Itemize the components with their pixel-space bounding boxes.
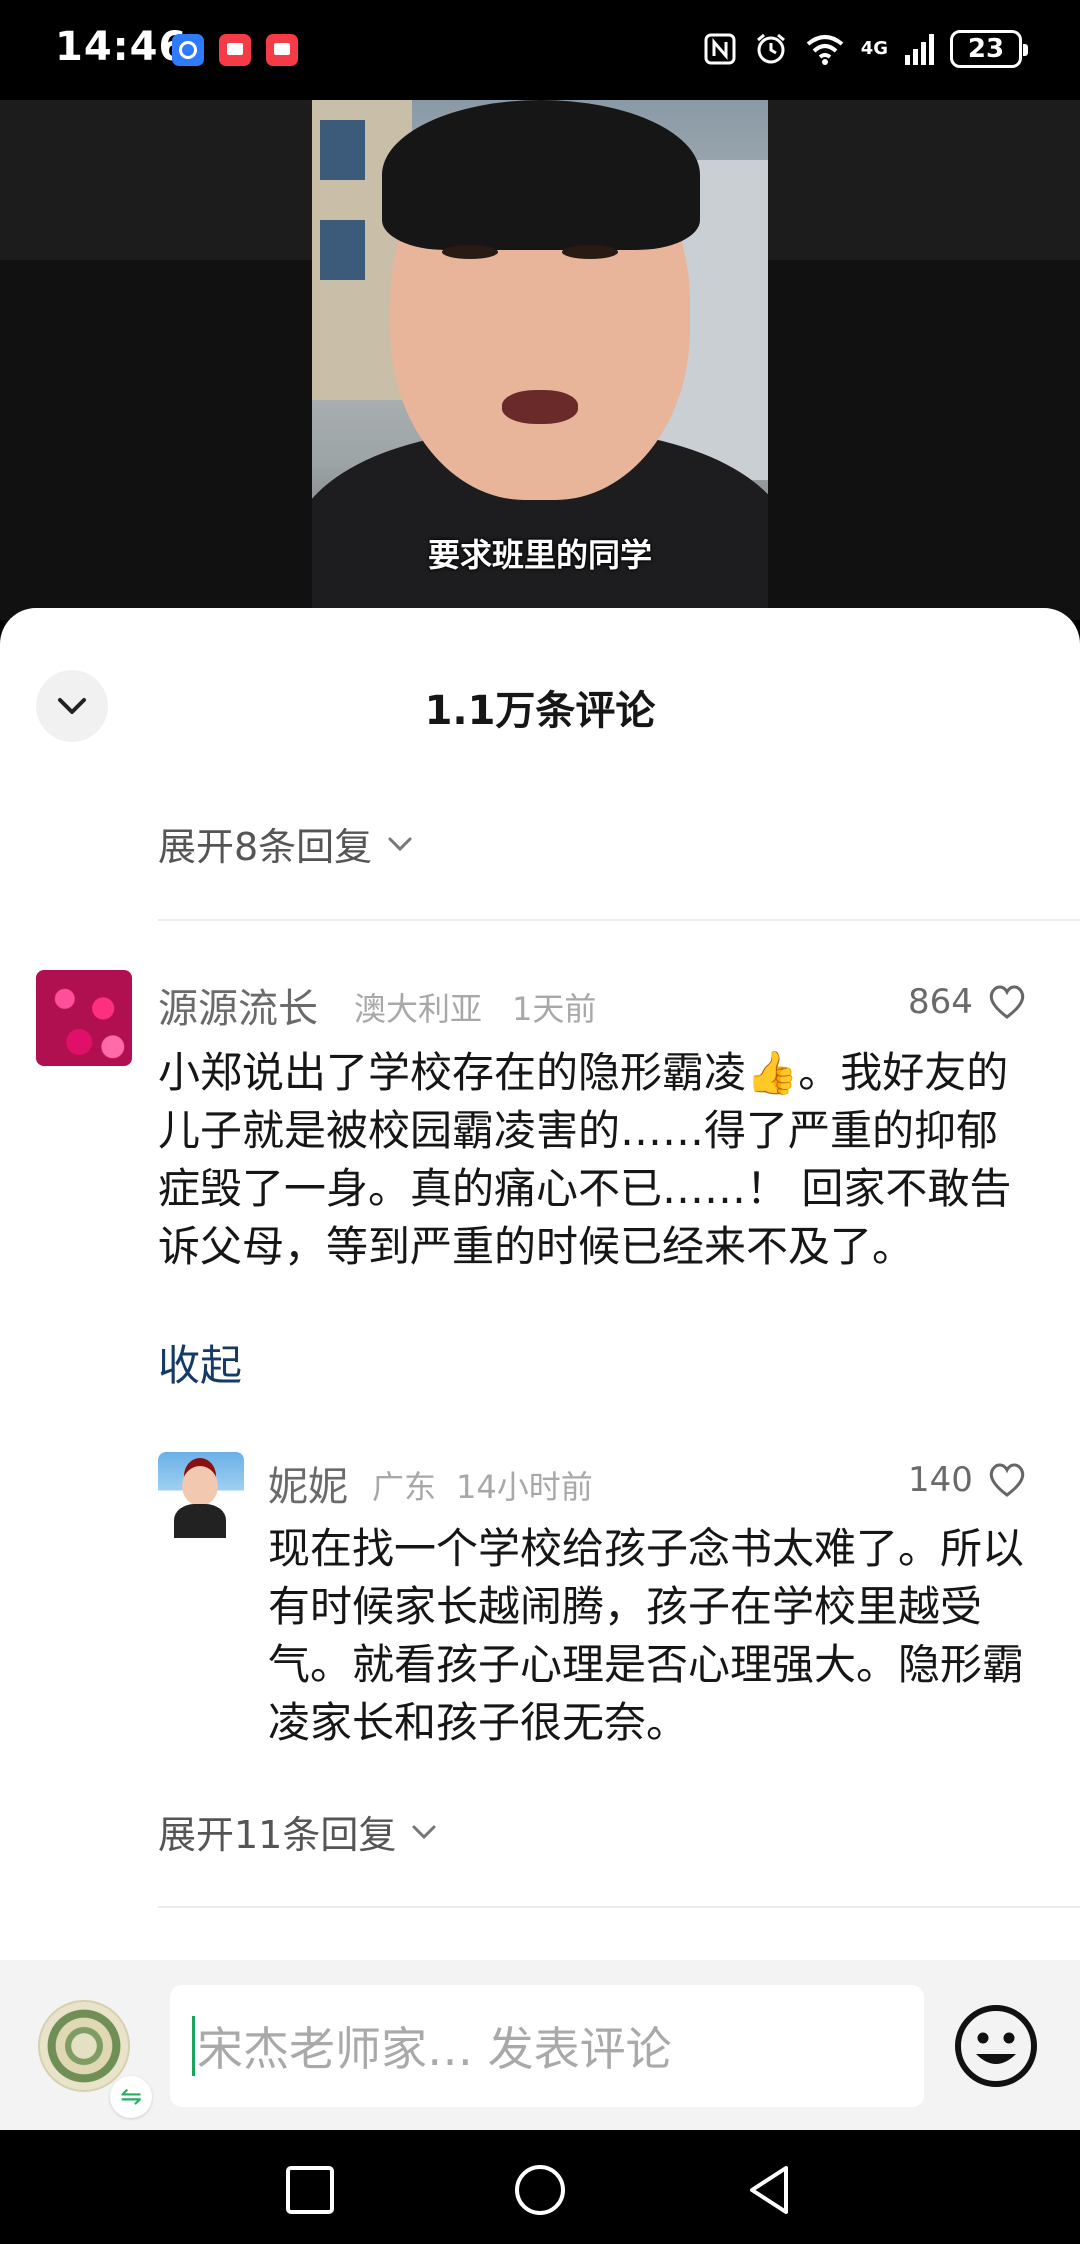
reply-time: 14小时前 <box>456 1468 593 1506</box>
recent-apps-button[interactable] <box>282 2162 338 2218</box>
video-player[interactable]: 要求班里的同学 <box>0 100 1080 620</box>
text-caret <box>192 2016 195 2076</box>
comment-input[interactable]: 宋杰老师家… 发表评论 <box>170 1985 924 2107</box>
comment-text: 小郑说出了学校存在的隐形霸凌👍。我好友的儿子就是被校园霸凌害的……得了严重的抑郁… <box>158 1048 1012 1271</box>
like-count: 864 <box>908 982 973 1022</box>
chevron-down-icon <box>412 1825 436 1839</box>
expand-replies-label: 展开11条回复 <box>158 1813 397 1857</box>
status-time: 14:46 <box>55 24 188 70</box>
reply-text: 现在找一个学校给孩子念书太难了。所以有时候家长越闹腾，孩子在学校里越受气。就看孩… <box>268 1524 1025 1747</box>
comment-location: 澳大利亚 <box>354 990 483 1028</box>
expand-replies-button[interactable]: 展开8条回复 <box>158 816 414 871</box>
app-notification-icon <box>172 34 204 66</box>
like-button[interactable]: 864 <box>908 982 1027 1022</box>
app-notification-icon <box>219 34 251 66</box>
like-button[interactable]: 140 <box>908 1460 1027 1500</box>
video-subtitle: 要求班里的同学 <box>427 536 652 574</box>
emoji-icon[interactable] <box>952 2002 1040 2090</box>
video-frame: 要求班里的同学 <box>312 100 768 620</box>
avatar[interactable] <box>36 970 132 1066</box>
alarm-icon <box>756 33 785 64</box>
reply-location: 广东 <box>372 1468 437 1506</box>
signal-icon <box>905 34 934 65</box>
back-button[interactable] <box>742 2162 798 2218</box>
divider <box>158 919 1080 921</box>
wifi-icon <box>806 35 843 65</box>
reply-username[interactable]: 妮妮 <box>268 1454 348 1512</box>
avatar[interactable] <box>158 1452 244 1538</box>
divider <box>158 1906 1080 1908</box>
expand-replies-label: 展开8条回复 <box>158 825 373 869</box>
comment-input-bar: ⇋ 宋杰老师家… 发表评论 <box>0 1960 1080 2130</box>
network-type: 4G <box>860 38 888 59</box>
status-bar: 14:46 4G 23 <box>0 0 1080 100</box>
comments-sheet: 1.1万条评论 展开8条回复 源源流长 澳大利亚 1天前 864 小郑说出了学校… <box>0 608 1080 2138</box>
comment-time: 1天前 <box>512 990 597 1028</box>
battery-level: 23 <box>950 30 1028 68</box>
expand-replies-button[interactable]: 展开11条回复 <box>158 1804 438 1859</box>
app-notification-icon <box>266 34 298 66</box>
like-count: 140 <box>908 1460 973 1500</box>
system-nav-bar <box>0 2130 1080 2244</box>
heart-icon <box>989 1463 1025 1497</box>
my-avatar[interactable] <box>38 2000 130 2092</box>
home-button[interactable] <box>512 2162 568 2218</box>
switch-account-icon[interactable]: ⇋ <box>110 2076 152 2118</box>
chevron-down-icon <box>388 837 412 851</box>
nfc-icon <box>704 33 736 65</box>
comment-placeholder: 宋杰老师家… 发表评论 <box>197 2022 672 2076</box>
heart-icon <box>989 985 1025 1019</box>
comment-username[interactable]: 源源流长 <box>158 976 318 1034</box>
collapse-text-link[interactable]: 收起 <box>158 1332 242 1393</box>
comments-count-title: 1.1万条评论 <box>424 688 656 734</box>
